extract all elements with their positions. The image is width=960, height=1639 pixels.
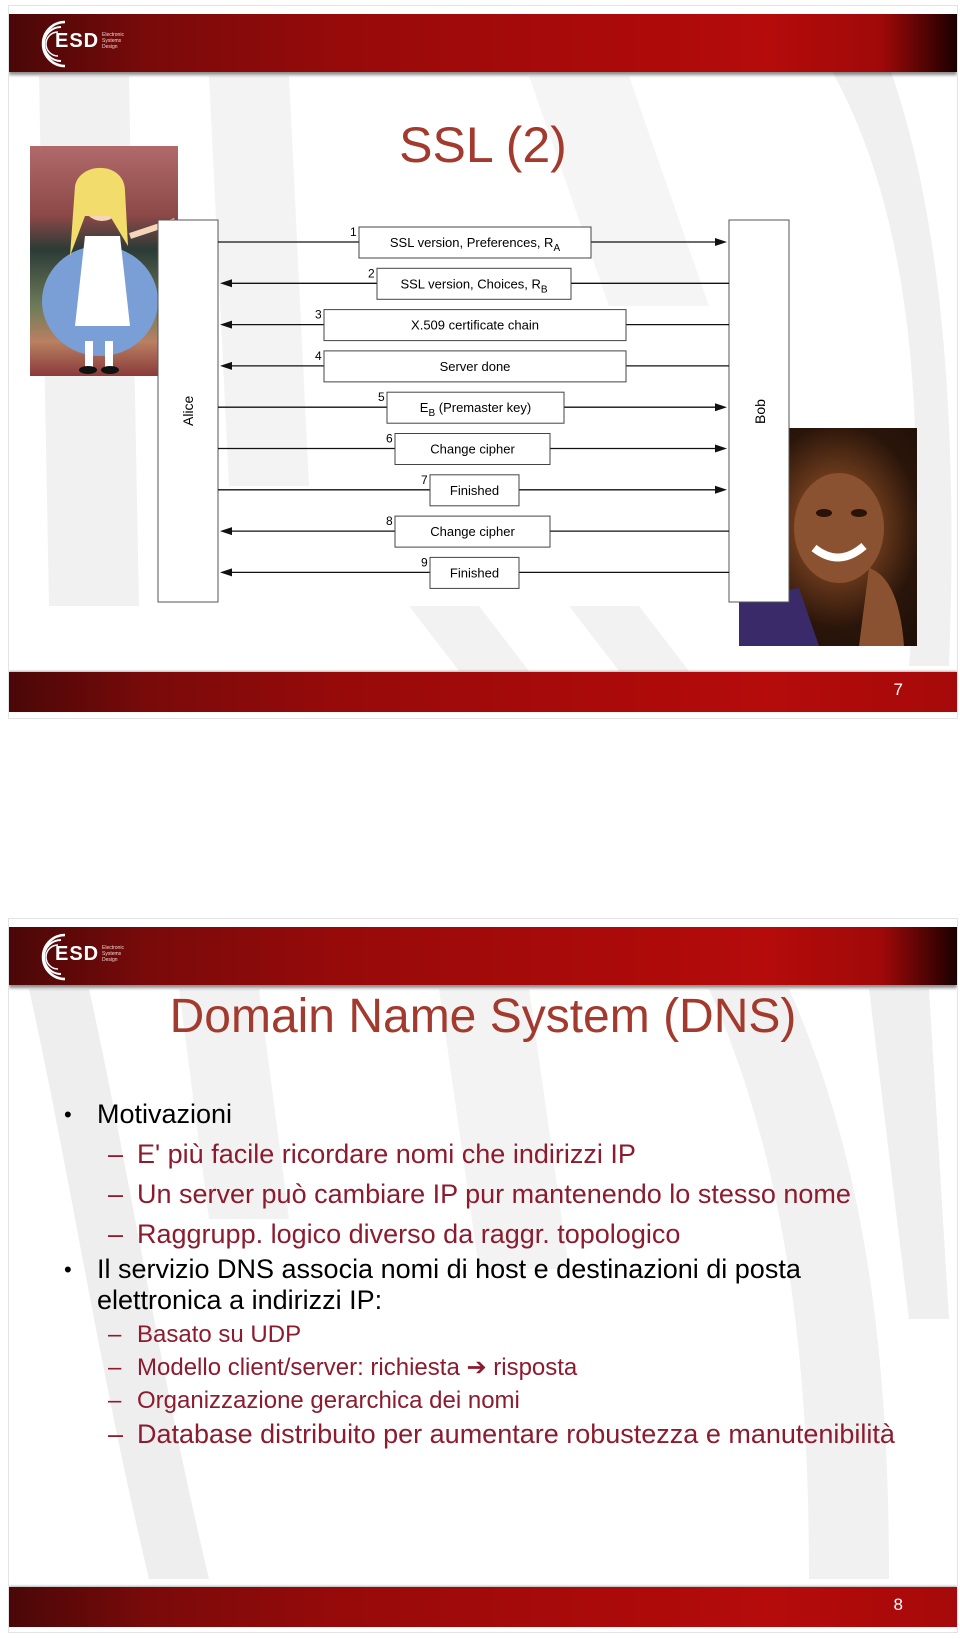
handshake-message-3: 3 X.509 certificate chain bbox=[220, 308, 729, 342]
sub-bullet-item: – Modello client/server: richiesta ➔ risp… bbox=[108, 1354, 578, 1381]
message-label: Finished bbox=[450, 483, 499, 498]
page-number: 7 bbox=[893, 680, 903, 699]
message-number: 8 bbox=[386, 514, 393, 528]
arrowhead-icon bbox=[715, 238, 727, 246]
logo-subtitle: Electronic Systems Design bbox=[102, 945, 124, 963]
sub-bullet-item: – Organizzazione gerarchica dei nomi bbox=[108, 1387, 520, 1414]
bob-label: Bob bbox=[752, 399, 768, 424]
sub-bullet-item: – Database distribuito per aumentare robu… bbox=[108, 1419, 895, 1449]
bullet-item: Motivazioni bbox=[64, 1099, 924, 1130]
sub-bullet-item: – Basato su UDP bbox=[108, 1321, 302, 1348]
handshake-message-4: 4 Server done bbox=[220, 349, 729, 383]
message-number: 7 bbox=[421, 473, 428, 487]
arrowhead-icon bbox=[220, 320, 232, 329]
alice-label: Alice bbox=[180, 395, 196, 426]
message-number: 6 bbox=[386, 432, 393, 446]
arrowhead-icon bbox=[715, 444, 727, 453]
message-label: X.509 certificate chain bbox=[411, 318, 539, 333]
message-number: 3 bbox=[315, 308, 322, 322]
arrowhead-icon bbox=[715, 485, 727, 494]
message-number: 2 bbox=[368, 266, 375, 280]
message-label: Server done bbox=[440, 359, 511, 374]
message-number: 9 bbox=[421, 555, 428, 569]
footer-bar: 8 bbox=[9, 1587, 957, 1627]
footer-bar: 7 bbox=[9, 672, 957, 712]
arrowhead-icon bbox=[220, 361, 232, 370]
slide-7: ESD Electronic Systems Design SSL (2) Al… bbox=[8, 5, 958, 719]
sub-bullet-item: – Un server può cambiare IP pur mantenend… bbox=[108, 1179, 851, 1209]
handshake-message-2: 2SSL version, Choices, RB bbox=[220, 266, 729, 300]
esd-logo: ESD Electronic Systems Design bbox=[35, 933, 145, 981]
handshake-message-7: 7 Finished bbox=[218, 473, 727, 507]
bullet-list: Motivazioni –E' più facile ricordare nom… bbox=[64, 1099, 924, 1449]
arrowhead-icon bbox=[220, 568, 232, 577]
slide-8: ESD Electronic Systems Design Domain Nam… bbox=[8, 918, 958, 1633]
sub-bullet-item: – E' più facile ricordare nomi che indiri… bbox=[108, 1139, 636, 1169]
arrowhead-icon bbox=[220, 279, 232, 288]
message-number: 1 bbox=[350, 225, 357, 239]
slide-title: Domain Name System (DNS) bbox=[169, 990, 797, 1043]
sub-bullet-item: – Raggrupp. logico diverso da raggr. topo… bbox=[108, 1219, 681, 1249]
handshake-message-1: 1SSL version, Preferences, RA bbox=[218, 225, 727, 259]
message-label: Finished bbox=[450, 565, 499, 580]
header-bar: ESD Electronic Systems Design bbox=[9, 927, 957, 985]
message-number: 4 bbox=[315, 349, 322, 363]
arrowhead-icon bbox=[220, 527, 232, 536]
handshake-message-6: 6 Change cipher bbox=[218, 432, 727, 465]
bullet-item: Il servizio DNS associa nomi di host e d… bbox=[64, 1254, 924, 1316]
handshake-message-9: 9 Finished bbox=[220, 555, 729, 589]
message-label: Change cipher bbox=[430, 442, 515, 457]
handshake-message-8: 8 Change cipher bbox=[220, 514, 729, 548]
logo-text: ESD bbox=[55, 943, 100, 965]
page-number: 8 bbox=[893, 1595, 903, 1614]
arrowhead-icon bbox=[715, 403, 727, 412]
message-label: Change cipher bbox=[430, 524, 515, 539]
ssl-handshake-diagram: Alice Bob 1SSL version, Preferences, RA 2… bbox=[157, 219, 790, 603]
message-number: 5 bbox=[378, 390, 385, 404]
handshake-message-5: 5EB (Premaster key) bbox=[218, 390, 727, 424]
